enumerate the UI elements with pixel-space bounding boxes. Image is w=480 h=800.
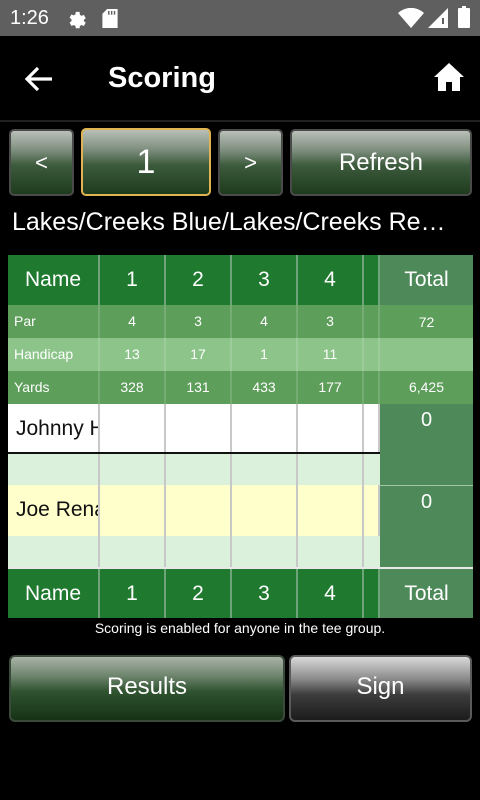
status-time: 1:26 bbox=[10, 7, 49, 29]
player-total: 0 bbox=[420, 491, 433, 513]
footer-name-cell: Name bbox=[8, 569, 100, 618]
par-value: 3 bbox=[166, 305, 232, 338]
sign-button[interactable]: Sign bbox=[289, 655, 472, 722]
header-total-cell: Total bbox=[380, 255, 473, 305]
score-cell[interactable] bbox=[100, 485, 166, 536]
previous-hole-button[interactable]: < bbox=[9, 129, 74, 196]
refresh-button[interactable]: Refresh bbox=[290, 129, 472, 196]
handicap-value: 1 bbox=[232, 338, 298, 371]
player-row: Joe Rena bbox=[8, 485, 380, 536]
player-sub-row bbox=[8, 536, 380, 568]
handicap-value: 17 bbox=[166, 338, 232, 371]
current-hole-button[interactable]: 1 bbox=[81, 128, 211, 196]
yards-value: 177 bbox=[298, 371, 364, 404]
score-cell[interactable] bbox=[100, 404, 166, 454]
status-bar: 1:26 bbox=[0, 0, 480, 36]
header-hole-cell: 3 bbox=[232, 255, 298, 305]
next-hole-button[interactable]: > bbox=[218, 129, 283, 196]
yards-value: 328 bbox=[100, 371, 166, 404]
results-button[interactable]: Results bbox=[9, 655, 285, 722]
page-title: Scoring bbox=[108, 62, 216, 94]
header-hole-cell: 4 bbox=[298, 255, 364, 305]
header-name-cell: Name bbox=[8, 255, 100, 305]
scorecard-header-row: Name 1 2 3 4 Total bbox=[8, 255, 473, 305]
home-icon[interactable] bbox=[432, 60, 466, 94]
score-cell[interactable] bbox=[232, 485, 298, 536]
player-name[interactable]: Joe Rena bbox=[8, 485, 100, 536]
scoring-note: Scoring is enabled for anyone in the tee… bbox=[94, 620, 386, 636]
course-name: Lakes/Creeks Blue/Lakes/Creeks Re… bbox=[12, 208, 446, 236]
par-value: 4 bbox=[100, 305, 166, 338]
score-cell[interactable] bbox=[298, 485, 364, 536]
gear-icon bbox=[69, 11, 86, 29]
footer-hole-cell: 1 bbox=[100, 569, 166, 618]
player-total: 0 bbox=[420, 409, 433, 431]
footer-hole-cell: 2 bbox=[166, 569, 232, 618]
wifi-icon bbox=[398, 8, 424, 28]
par-total: 72 bbox=[418, 314, 435, 330]
yards-label: Yards bbox=[8, 371, 100, 404]
score-cell-partial[interactable] bbox=[364, 404, 380, 454]
player-row: Johnny H bbox=[8, 404, 380, 454]
sd-card-icon bbox=[102, 9, 118, 28]
footer-hole-cell: 3 bbox=[232, 569, 298, 618]
yards-total: 6,425 bbox=[408, 379, 445, 395]
footer-hole-cell: 4 bbox=[298, 569, 364, 618]
scorecard-table: Name 1 2 3 4 Total Par 4 3 4 3 72 Handic… bbox=[8, 255, 473, 618]
yards-value: 131 bbox=[166, 371, 232, 404]
scorecard-footer-row: Name 1 2 3 4 Total bbox=[8, 567, 473, 618]
handicap-label: Handicap bbox=[8, 338, 100, 371]
score-cell[interactable] bbox=[166, 404, 232, 454]
par-value: 3 bbox=[298, 305, 364, 338]
score-cell-partial[interactable] bbox=[364, 485, 380, 536]
player-sub-row bbox=[8, 454, 380, 485]
handicap-value: 13 bbox=[100, 338, 166, 371]
app-bar: Scoring bbox=[0, 36, 480, 122]
header-hole-cell: 2 bbox=[166, 255, 232, 305]
par-value: 4 bbox=[232, 305, 298, 338]
header-hole-cell: 1 bbox=[100, 255, 166, 305]
header-hole-cell-partial bbox=[364, 255, 380, 305]
handicap-value: 11 bbox=[298, 338, 364, 371]
score-cell[interactable] bbox=[166, 485, 232, 536]
score-cell[interactable] bbox=[298, 404, 364, 454]
par-label: Par bbox=[8, 305, 100, 338]
signal-icon bbox=[428, 8, 448, 28]
battery-icon bbox=[458, 6, 470, 28]
handicap-row: Handicap 13 17 1 11 bbox=[8, 338, 473, 371]
player-name[interactable]: Johnny H bbox=[8, 404, 100, 454]
yards-value: 433 bbox=[232, 371, 298, 404]
score-cell[interactable] bbox=[232, 404, 298, 454]
back-arrow-icon[interactable] bbox=[24, 64, 54, 94]
footer-total-cell: Total bbox=[380, 569, 473, 618]
